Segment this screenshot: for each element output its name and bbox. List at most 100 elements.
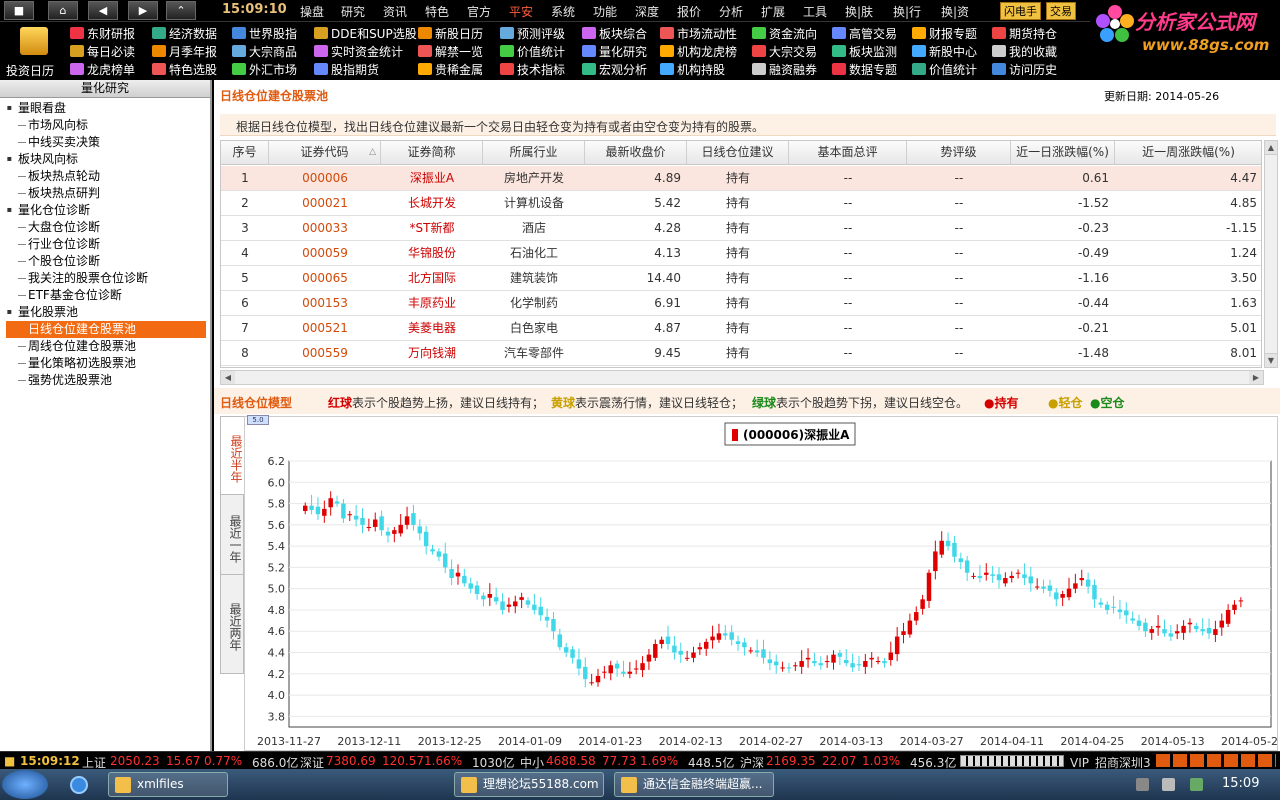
tree-item-6[interactable]: ▪ 量化仓位诊断 — [0, 202, 90, 219]
home-icon[interactable]: ⌂ — [48, 1, 78, 20]
toolbar-item-2-8[interactable]: 融资融券 — [752, 61, 817, 77]
toolbar-item-2-10[interactable]: 价值统计 — [912, 61, 977, 77]
col-header-0[interactable]: 序号 — [221, 141, 269, 165]
tree-item-5[interactable]: 板块热点研判 — [0, 185, 100, 202]
trade-button[interactable]: 交易 — [1046, 2, 1076, 20]
menu-item-13[interactable]: 换|肤 — [845, 3, 873, 20]
col-header-9[interactable]: 近一周涨跌幅(%) — [1115, 141, 1261, 165]
tree-item-13[interactable]: 日线仓位建仓股票池 — [6, 321, 206, 338]
flash-order-button[interactable]: 闪电手 — [1000, 2, 1041, 20]
taskbar-task-2[interactable]: 通达信金融终端超赢... — [614, 772, 774, 797]
toolbar-item-0-10[interactable]: 财报专题 — [912, 25, 977, 41]
toolbar-item-1-7[interactable]: 机构龙虎榜 — [660, 43, 737, 59]
tab-period-2[interactable]: 最近两年 — [220, 574, 244, 674]
ie-icon[interactable] — [70, 776, 88, 794]
collapse-icon[interactable]: ▪ — [5, 206, 14, 215]
scroll-right-icon[interactable]: ▶ — [1249, 371, 1263, 384]
menu-item-12[interactable]: 工具 — [803, 3, 827, 20]
menu-item-5[interactable]: 平安 — [509, 3, 533, 20]
toolbar-item-2-6[interactable]: 宏观分析 — [582, 61, 647, 77]
table-row[interactable]: 8 000559 万向钱潮 汽车零部件 9.45 持有 -- -- -1.48 8.01 — [221, 341, 1261, 366]
col-header-5[interactable]: 日线仓位建议 — [687, 141, 789, 165]
table-row[interactable]: 1 000006 深振业A 房地产开发 4.89 持有 -- -- 0.61 4.47 — [221, 166, 1261, 191]
tree-item-15[interactable]: 量化策略初选股票池 — [0, 355, 136, 372]
toolbar-item-1-1[interactable]: 月季年报 — [152, 43, 217, 59]
toolbar-item-2-3[interactable]: 股指期货 — [314, 61, 379, 77]
col-header-7[interactable]: 势评级 — [907, 141, 1011, 165]
table-row[interactable]: 6 000153 丰原药业 化学制药 6.91 持有 -- -- -0.44 1.63 — [221, 291, 1261, 316]
toolbar-item-2-1[interactable]: 特色选股 — [152, 61, 217, 77]
toolbar-item-1-5[interactable]: 价值统计 — [500, 43, 565, 59]
tray-volume-icon[interactable] — [1162, 778, 1175, 791]
tree-item-9[interactable]: 个股仓位诊断 — [0, 253, 100, 270]
tree-item-8[interactable]: 行业仓位诊断 — [0, 236, 100, 253]
toolbar-item-1-0[interactable]: 每日必读 — [70, 43, 135, 59]
toolbar-item-2-11[interactable]: 访问历史 — [992, 61, 1057, 77]
table-row[interactable]: 2 000021 长城开发 计算机设备 5.42 持有 -- -- -1.52 4.85 — [221, 191, 1261, 216]
collapse-icon[interactable]: ▪ — [5, 308, 14, 317]
taskbar-task-0[interactable]: xmlfiles — [108, 772, 228, 797]
toolbar-item-2-9[interactable]: 数据专题 — [832, 61, 897, 77]
toolbar-item-0-1[interactable]: 经济数据 — [152, 25, 217, 41]
menu-item-10[interactable]: 分析 — [719, 3, 743, 20]
toolbar-item-0-5[interactable]: 预测评级 — [500, 25, 565, 41]
tree-item-1[interactable]: 市场风向标 — [0, 117, 88, 134]
menu-item-7[interactable]: 功能 — [593, 3, 617, 20]
col-header-4[interactable]: 最新收盘价 — [585, 141, 687, 165]
tree-item-4[interactable]: 板块热点轮动 — [0, 168, 100, 185]
toolbar-item-1-6[interactable]: 量化研究 — [582, 43, 647, 59]
toolbar-item-2-4[interactable]: 贵稀金属 — [418, 61, 483, 77]
menu-item-1[interactable]: 研究 — [341, 3, 365, 20]
toolbar-item-0-2[interactable]: 世界股指 — [232, 25, 297, 41]
table-horizontal-scrollbar[interactable]: ◀ ▶ — [220, 370, 1264, 385]
table-row[interactable]: 7 000521 美菱电器 白色家电 4.87 持有 -- -- -0.21 5.01 — [221, 316, 1261, 341]
toolbar-item-1-9[interactable]: 板块监测 — [832, 43, 897, 59]
scroll-up-icon[interactable]: ▲ — [1265, 141, 1277, 155]
menu-item-15[interactable]: 换|资 — [941, 3, 969, 20]
tree-item-11[interactable]: ETF基金仓位诊断 — [0, 287, 122, 304]
table-row[interactable]: 4 000059 华锦股份 石油化工 4.13 持有 -- -- -0.49 1.24 — [221, 241, 1261, 266]
toolbar-item-2-5[interactable]: 技术指标 — [500, 61, 565, 77]
toolbar-item-1-10[interactable]: 新股中心 — [912, 43, 977, 59]
tab-period-0[interactable]: 最近半年 — [220, 416, 244, 496]
toolbar-item-2-7[interactable]: 机构持股 — [660, 61, 725, 77]
collapse-icon[interactable]: ▪ — [5, 104, 14, 113]
toolbar-item-1-2[interactable]: 大宗商品 — [232, 43, 297, 59]
toolbar-item-0-6[interactable]: 板块综合 — [582, 25, 647, 41]
collapse-icon[interactable]: ▪ — [5, 155, 14, 164]
tree-item-7[interactable]: 大盘仓位诊断 — [0, 219, 100, 236]
tray-network-icon[interactable] — [1136, 778, 1149, 791]
menu-item-14[interactable]: 换|行 — [893, 3, 921, 20]
toolbar-item-1-3[interactable]: 实时资金统计 — [314, 43, 403, 59]
forward-icon[interactable]: ▶ — [128, 1, 158, 20]
toolbar-item-0-11[interactable]: 期货持仓 — [992, 25, 1057, 41]
toolbar-item-0-3[interactable]: DDE和SUP选股 — [314, 25, 417, 41]
col-header-8[interactable]: 近一日涨跌幅(%) — [1011, 141, 1115, 165]
toolbar-item-0-9[interactable]: 高管交易 — [832, 25, 897, 41]
tree-item-3[interactable]: ▪ 板块风向标 — [0, 151, 78, 168]
toolbar-item-0-0[interactable]: 东财研报 — [70, 25, 135, 41]
toolbar-item-0-7[interactable]: 市场流动性 — [660, 25, 737, 41]
toolbar-item-1-8[interactable]: 大宗交易 — [752, 43, 817, 59]
investment-calendar-button[interactable]: 投资日历 — [6, 24, 62, 78]
table-row[interactable]: 5 000065 北方国际 建筑装饰 14.40 持有 -- -- -1.16 3.50 — [221, 266, 1261, 291]
menu-item-6[interactable]: 系统 — [551, 3, 575, 20]
col-header-6[interactable]: 基本面总评 — [789, 141, 907, 165]
up-icon[interactable]: ⌃ — [166, 1, 196, 20]
tab-period-1[interactable]: 最近一年 — [220, 494, 244, 578]
menu-item-0[interactable]: 操盘 — [300, 3, 324, 20]
status-icons[interactable] — [1156, 754, 1276, 767]
tree-item-14[interactable]: 周线仓位建仓股票池 — [0, 338, 136, 355]
menu-item-2[interactable]: 资讯 — [383, 3, 407, 20]
menu-item-4[interactable]: 官方 — [467, 3, 491, 20]
tray-ime-icon[interactable] — [1190, 778, 1203, 791]
menu-item-9[interactable]: 报价 — [677, 3, 701, 20]
scroll-left-icon[interactable]: ◀ — [221, 371, 235, 384]
taskbar-task-1[interactable]: 理想论坛55188.com — [454, 772, 604, 797]
toolbar-item-0-8[interactable]: 资金流向 — [752, 25, 817, 41]
col-header-1[interactable]: 证券代码 △ — [269, 141, 381, 165]
scroll-down-icon[interactable]: ▼ — [1265, 353, 1277, 367]
tree-item-2[interactable]: 中线买卖决策 — [0, 134, 100, 151]
toolbar-item-1-4[interactable]: 解禁一览 — [418, 43, 483, 59]
toolbar-item-1-11[interactable]: 我的收藏 — [992, 43, 1057, 59]
